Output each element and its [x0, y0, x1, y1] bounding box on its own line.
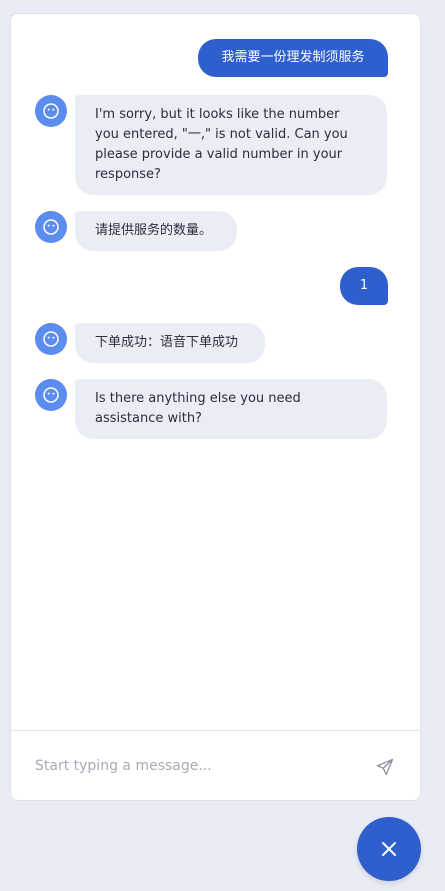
bot-message: I'm sorry, but it looks like the number …	[75, 95, 387, 195]
chat-window: 我需要一份理发制须服务 I'm sorry, but it looks like…	[10, 13, 421, 801]
close-chat-button[interactable]	[357, 817, 421, 881]
bot-avatar-icon	[35, 379, 67, 411]
send-icon	[376, 758, 394, 776]
bot-avatar-icon	[35, 211, 67, 243]
bot-avatar-icon	[35, 323, 67, 355]
close-icon	[382, 842, 396, 856]
message-composer	[11, 730, 420, 800]
user-message: 1	[340, 267, 388, 305]
bot-message: 下单成功：语音下单成功	[75, 323, 265, 363]
message-input[interactable]	[25, 749, 375, 783]
bot-message: 请提供服务的数量。	[75, 211, 237, 251]
send-button[interactable]	[371, 753, 399, 781]
bot-avatar-icon	[35, 95, 67, 127]
bot-message: Is there anything else you need assistan…	[75, 379, 387, 439]
user-message: 我需要一份理发制须服务	[198, 39, 388, 77]
message-list: 我需要一份理发制须服务 I'm sorry, but it looks like…	[11, 14, 420, 730]
